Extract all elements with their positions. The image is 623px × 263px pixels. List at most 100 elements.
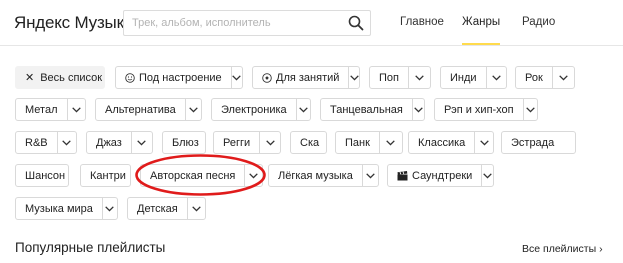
genre-dropdown-toggle[interactable] (407, 67, 430, 88)
genre-dropdown-toggle[interactable] (361, 165, 378, 186)
genre-label: Панк (345, 136, 370, 149)
genre-chip-electronic[interactable]: Электроника (211, 98, 311, 121)
nav-radio[interactable]: Радио (522, 16, 555, 28)
genre-chip-alternative[interactable]: Альтернатива (95, 98, 202, 121)
chevron-right-icon: › (599, 243, 603, 255)
chevron-down-icon (62, 139, 72, 146)
genre-dropdown-toggle[interactable] (66, 99, 86, 120)
reset-filter-label: Весь список (40, 71, 103, 84)
genre-label: Танцевальная (330, 103, 403, 116)
genre-chip-blues[interactable]: Блюз (162, 131, 206, 154)
activity-dropdown-toggle[interactable] (348, 67, 359, 88)
genre-chip-reggae[interactable]: Регги (213, 131, 281, 154)
all-playlists-label: Все плейлисты (522, 243, 597, 255)
genre-label: Кантри (90, 169, 126, 182)
genre-chip-jazz[interactable]: Джаз (86, 131, 153, 154)
genre-chip-kids[interactable]: Детская (127, 197, 206, 220)
search-input[interactable] (132, 15, 342, 31)
genre-dropdown-toggle[interactable] (244, 165, 262, 186)
genre-chip-metal[interactable]: Метал (15, 98, 86, 121)
genre-label: Классика (418, 136, 466, 149)
smiley-icon (125, 72, 135, 83)
chevron-down-icon (137, 139, 147, 146)
genre-label: Электроника (221, 103, 287, 116)
genre-dropdown-toggle[interactable] (186, 198, 205, 219)
genre-chip-punk[interactable]: Панк (335, 131, 403, 154)
chevron-down-icon (232, 74, 242, 81)
chevron-down-icon (483, 172, 492, 179)
genre-dropdown-toggle[interactable] (522, 99, 537, 120)
chevron-down-icon (299, 106, 308, 113)
genre-chip-classical[interactable]: Классика (408, 131, 494, 154)
chevron-down-icon (249, 172, 258, 179)
soccer-ball-icon (262, 72, 272, 83)
chevron-down-icon (265, 139, 275, 146)
top-bar: Яндекс Музыка Главное Жанры Радио (0, 0, 623, 46)
genre-chip-chanson[interactable]: Шансон (15, 164, 69, 187)
genre-chip-bard-song[interactable]: Авторская песня (140, 164, 263, 187)
genre-label: Рок (525, 71, 543, 84)
soundtracks-label: Саундтреки (412, 169, 473, 182)
mood-filter[interactable]: Под настроение (115, 66, 243, 89)
genre-label: Детская (137, 202, 178, 215)
genre-label: Эстрада (511, 136, 555, 149)
genre-chip-dance[interactable]: Танцевальная (320, 98, 425, 121)
genre-chip-soundtracks[interactable]: Саундтреки (387, 164, 494, 187)
logo-yandex-text: Яндекс (14, 13, 70, 32)
mood-filter-label: Под настроение (139, 71, 222, 84)
genre-label: Альтернатива (105, 103, 176, 116)
mood-dropdown-toggle[interactable] (230, 67, 242, 88)
genre-label: Поп (379, 71, 399, 84)
genre-dropdown-toggle[interactable] (101, 198, 117, 219)
chevron-down-icon (386, 139, 396, 146)
chevron-down-icon (349, 74, 359, 81)
chevron-down-icon (189, 106, 198, 113)
genre-chip-pop[interactable]: Поп (369, 66, 431, 89)
genre-dropdown-toggle[interactable] (411, 99, 424, 120)
nav-genres[interactable]: Жанры (462, 16, 501, 45)
all-playlists-link[interactable]: Все плейлисты › (522, 243, 603, 255)
activity-filter[interactable]: Для занятий (252, 66, 360, 89)
close-icon: ✕ (25, 72, 35, 84)
chevron-down-icon (415, 74, 424, 81)
genre-chip-rock[interactable]: Рок (515, 66, 575, 89)
genre-dropdown-toggle[interactable] (259, 132, 280, 153)
chevron-down-icon (526, 106, 535, 113)
genre-dropdown-toggle[interactable] (130, 132, 152, 153)
genre-dropdown-toggle[interactable] (551, 67, 574, 88)
activity-filter-label: Для занятий (276, 71, 340, 84)
genre-dropdown-toggle[interactable] (184, 99, 201, 120)
popular-playlists-title: Популярные плейлисты (15, 240, 166, 255)
chevron-down-icon (492, 74, 501, 81)
chevron-down-icon (192, 205, 201, 212)
chevron-down-icon (414, 106, 423, 113)
genre-dropdown-toggle[interactable] (481, 165, 493, 186)
genre-chip-easy-listening[interactable]: Лёгкая музыка (268, 164, 379, 187)
genre-dropdown-toggle[interactable] (295, 99, 310, 120)
yandex-music-logo[interactable]: Яндекс Музыка (14, 13, 134, 33)
genre-chip-rap[interactable]: Рэп и хип-хоп (434, 98, 538, 121)
genre-chip-indie[interactable]: Инди (440, 66, 507, 89)
reset-filter-button[interactable]: ✕ Весь список (15, 66, 105, 89)
genre-chip-rnb[interactable]: R&B (15, 131, 77, 154)
search-box[interactable] (123, 10, 371, 36)
nav-main[interactable]: Главное (400, 16, 444, 28)
genre-dropdown-toggle[interactable] (485, 67, 506, 88)
genre-label: Инди (450, 71, 477, 84)
genre-chip-estrada[interactable]: Эстрада (501, 131, 576, 154)
genre-label: R&B (25, 136, 48, 149)
genre-dropdown-toggle[interactable] (378, 132, 402, 153)
genre-label: Музыка мира (25, 202, 93, 215)
genre-chip-country[interactable]: Кантри (80, 164, 131, 187)
clapperboard-icon (397, 170, 408, 181)
genre-chip-world[interactable]: Музыка мира (15, 197, 118, 220)
genre-label: Рэп и хип-хоп (444, 103, 514, 116)
genre-chip-ska[interactable]: Ска (290, 131, 327, 154)
chevron-down-icon (366, 172, 375, 179)
genre-label: Блюз (172, 136, 199, 149)
genre-label: Авторская песня (150, 169, 236, 182)
genre-label: Шансон (25, 169, 66, 182)
search-icon[interactable] (348, 15, 364, 31)
genre-dropdown-toggle[interactable] (56, 132, 76, 153)
genre-dropdown-toggle[interactable] (474, 132, 493, 153)
